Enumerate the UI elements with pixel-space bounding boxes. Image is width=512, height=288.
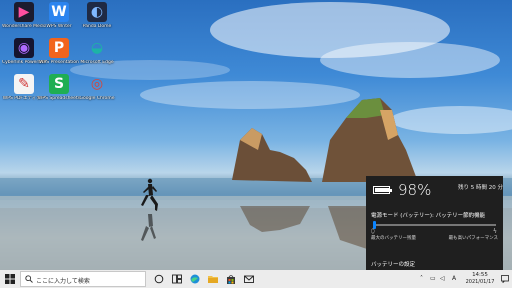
- ime-mode-indicator[interactable]: A: [452, 270, 456, 288]
- taskbar-mail-button[interactable]: [240, 270, 258, 288]
- lightning-icon: ϟ: [493, 228, 497, 235]
- wps-spreadsheets-icon: S: [49, 74, 69, 94]
- task-view-icon: [154, 274, 164, 284]
- power-mode-label: 電源モード (バッテリー): バッテリー節約機能: [371, 213, 486, 219]
- google-chrome-icon: ◎: [90, 76, 104, 92]
- speaker-icon: ◁: [440, 275, 445, 282]
- store-bag-icon: [227, 275, 235, 284]
- widgets-icon: [172, 274, 182, 284]
- ime-mode-text: A: [452, 275, 457, 282]
- notifications-button[interactable]: [498, 270, 512, 288]
- battery-icon: [373, 186, 392, 194]
- taskbar-edge-button[interactable]: [186, 270, 204, 288]
- tray-clock[interactable]: 14:55 2021/01/17: [460, 271, 500, 286]
- best-battery-label: 最大のバッテリー残量: [371, 236, 416, 241]
- clock-date: 2021/01/17: [465, 279, 495, 285]
- show-hidden-icons-button[interactable]: ˄: [420, 270, 423, 288]
- power-mode-slider[interactable]: [373, 221, 496, 229]
- desktop-shortcut-label: Panda Dome: [82, 24, 112, 29]
- search-placeholder: ここに入力して検索: [36, 278, 90, 285]
- taskbar-explorer-button[interactable]: [204, 270, 222, 288]
- wps-presentation-icon: P: [49, 38, 69, 58]
- chevron-up-icon: ˄: [420, 275, 423, 282]
- desktop-shortcut[interactable]: ◒ Microsoft Edge: [75, 38, 119, 66]
- search-icon: [25, 275, 33, 283]
- microsoft-edge-icon: [190, 274, 200, 284]
- wps-writer-icon: W: [49, 2, 69, 22]
- task-view-button[interactable]: [150, 270, 168, 288]
- cyberlink-powerdvd-icon: ◉: [14, 38, 34, 58]
- microsoft-edge-icon: ◒: [90, 40, 104, 56]
- battery-tray-icon: ▭: [430, 275, 436, 282]
- tray-volume-button[interactable]: ◁: [440, 270, 445, 288]
- battery-time-remaining: 残り 5 時間 20 分: [458, 185, 503, 191]
- folder-icon: [208, 276, 218, 283]
- mail-icon: [244, 275, 254, 283]
- desktop-shortcut[interactable]: ◐ Panda Dome: [75, 2, 119, 30]
- desktop-shortcut[interactable]: ◎ Google Chrome: [75, 74, 119, 102]
- desktop-wallpaper: ▶Wondershare Media CutterWWPS Writer◐Pan…: [0, 0, 512, 270]
- panda-dome-icon: ◐: [87, 2, 107, 22]
- windows-logo-icon: [5, 274, 15, 284]
- notification-icon: [501, 275, 509, 283]
- desktop-shortcut-label: Microsoft Edge: [80, 60, 114, 65]
- battery-flyout: 98% 残り 5 時間 20 分 電源モード (バッテリー): バッテリー節約機…: [366, 176, 503, 270]
- wondershare-media-cutter-icon: ▶: [14, 2, 34, 22]
- battery-settings-link[interactable]: バッテリーの設定: [371, 260, 415, 268]
- battery-percentage: 98%: [398, 181, 432, 199]
- taskbar-search-input[interactable]: ここに入力して検索: [20, 271, 146, 287]
- taskbar: ここに入力して検索 ˄ ▭ ◁ A 14:55 2021/01/17: [0, 270, 512, 288]
- desktop-shortcut-label: Google Chrome: [79, 96, 115, 101]
- wps-pdf-editor-icon: ✎: [14, 74, 34, 94]
- best-performance-label: 最も高いパフォーマンス: [448, 236, 498, 241]
- start-button[interactable]: [0, 270, 20, 288]
- widgets-button[interactable]: [168, 270, 186, 288]
- taskbar-store-button[interactable]: [222, 270, 240, 288]
- tray-battery-button[interactable]: ▭: [430, 270, 436, 288]
- clock-time: 14:55: [472, 272, 488, 278]
